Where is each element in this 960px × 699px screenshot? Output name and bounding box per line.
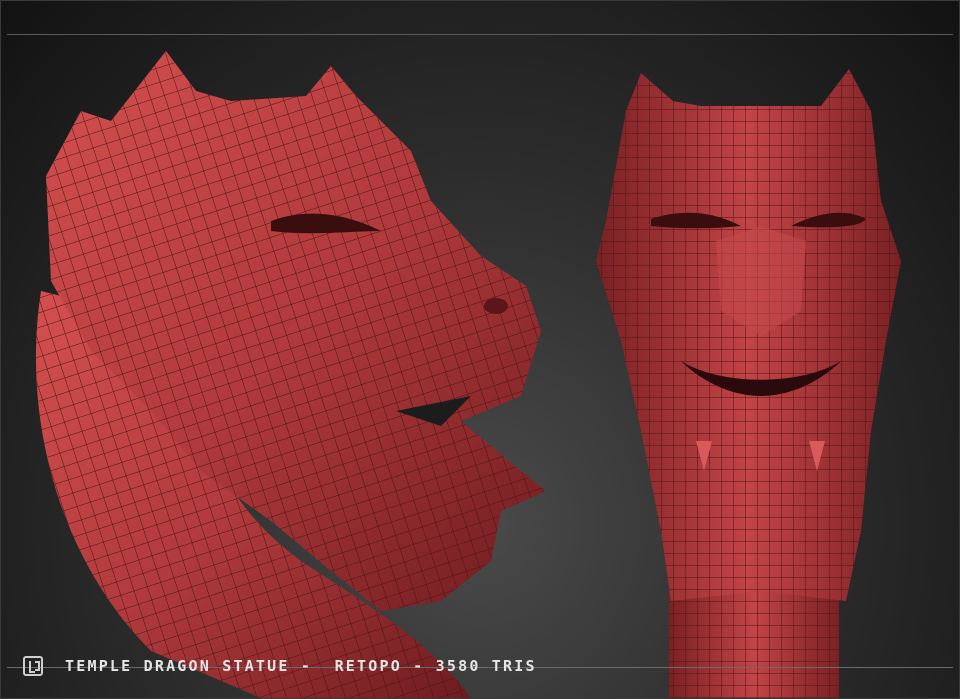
caption-title: TEMPLE DRAGON STATUE — [65, 657, 290, 675]
caption-separator: - — [289, 657, 324, 675]
viewport-frame: TEMPLE DRAGON STATUE - RETOPO - 3580 TRI… — [0, 0, 960, 699]
dragon-render — [35, 51, 901, 698]
caption-bar: TEMPLE DRAGON STATUE - RETOPO - 3580 TRI… — [23, 655, 537, 677]
caption-stage: RETOPO — [334, 657, 402, 675]
render-caption: TEMPLE DRAGON STATUE - RETOPO - 3580 TRI… — [65, 657, 537, 675]
dragon-front-view — [596, 69, 901, 698]
caption-separator: - — [401, 657, 436, 675]
dragon-side-view — [35, 51, 546, 698]
caption-tri-count: 3580 TRIS — [435, 657, 537, 675]
studio-logo-icon — [23, 656, 43, 676]
